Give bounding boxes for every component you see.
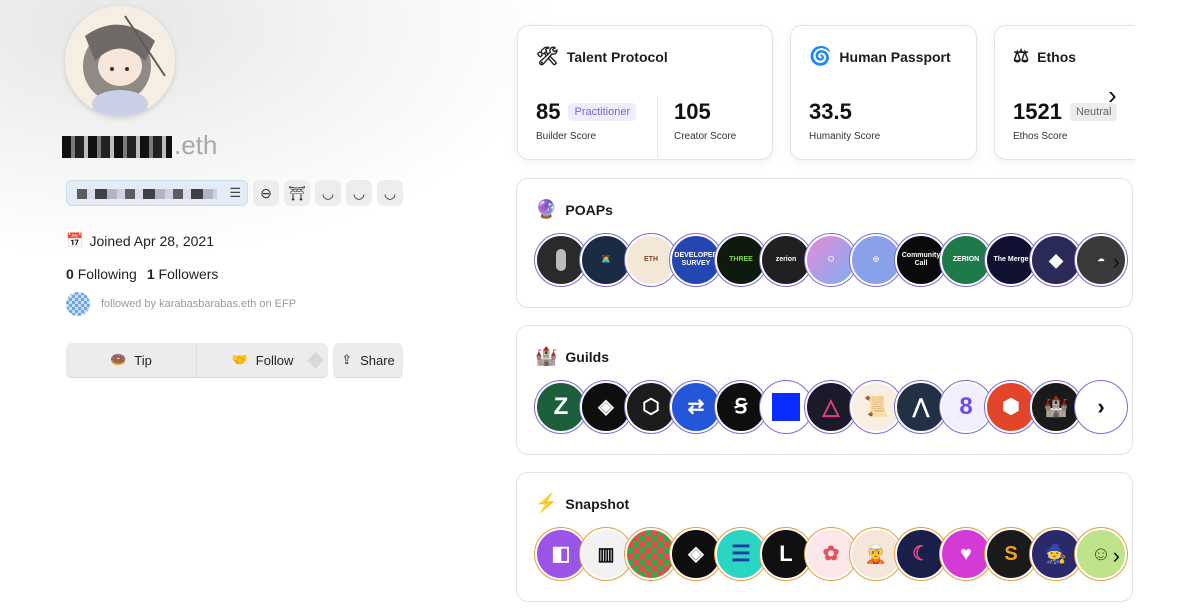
card-title: Talent Protocol <box>566 48 668 65</box>
share-button[interactable]: ⇪ Share <box>333 343 403 377</box>
builder-score: 85 Practitioner Builder Score <box>536 99 637 142</box>
ens-name: .eth <box>62 130 217 161</box>
address-pill[interactable]: ☰ <box>66 180 248 206</box>
following-count: 0 <box>66 266 74 282</box>
guilds-section: 🏰 Guilds Z ◈ ⬡ ⇄ Ꞩ △ 📜 ⋀ 8 ⬢ 🏰 › <box>516 325 1133 455</box>
snapshot-next-chevron-icon[interactable]: › <box>1113 543 1120 569</box>
card-header: ⚖ Ethos <box>1013 46 1076 67</box>
poaps-next-chevron-icon[interactable]: › <box>1113 249 1120 275</box>
followed-by-text: followed by karabasbarabas.eth on EFP <box>101 298 297 310</box>
tip-follow-group: 🍩 Tip 🤝 Follow ◆ <box>66 343 328 377</box>
guild-list: Z ◈ ⬡ ⇄ Ꞩ △ 📜 ⋀ 8 ⬢ 🏰 › <box>535 381 1127 433</box>
joined-text: Joined Apr 28, 2021 <box>89 232 214 249</box>
gate-icon[interactable]: ⛩ <box>284 180 310 206</box>
snapshot-list: ◧ ▥ ◈ ☰ L ✿ 🧝 ☾ ♥ S 🧙 ☺ <box>535 528 1127 580</box>
share-button-inner: ⇪ Share <box>333 343 403 377</box>
section-header: 🔮 POAPs <box>535 199 613 220</box>
share-icon: ⇪ <box>341 352 353 367</box>
followers-stat[interactable]: 1 Followers <box>147 266 219 282</box>
followed-by: followed by karabasbarabas.eth on EFP <box>66 292 296 316</box>
followers-label: Followers <box>158 266 219 282</box>
tip-button[interactable]: 🍩 Tip <box>66 343 197 377</box>
share-label: Share <box>360 352 395 368</box>
card-header: 🌀 Human Passport <box>809 46 951 67</box>
follow-label: Follow <box>255 352 294 368</box>
handshake-icon: 🤝 <box>231 352 248 367</box>
snapshot-section: ⚡ Snapshot ◧ ▥ ◈ ☰ L ✿ 🧝 ☾ ♥ S 🧙 ☺ › <box>516 472 1133 602</box>
score-label: Ethos Score <box>1013 131 1068 142</box>
lips-icon[interactable]: ◡ <box>315 180 341 206</box>
carousel-fade <box>1135 20 1200 170</box>
following-stat[interactable]: 0 Following <box>66 266 137 282</box>
card-title: Ethos <box>1037 48 1077 65</box>
ens-suffix: .eth <box>174 130 218 160</box>
donut-icon: 🍩 <box>110 352 127 367</box>
lips-icon[interactable]: ◡ <box>377 180 403 206</box>
creator-score: 105 Creator Score <box>674 99 736 142</box>
ens-icon[interactable]: ⊖ <box>253 180 279 206</box>
score-value: 85 <box>536 99 561 124</box>
tip-label: Tip <box>134 352 152 368</box>
followers-count: 1 <box>146 266 155 282</box>
scales-icon: ⚖ <box>1013 46 1030 66</box>
crystal-ball-icon: 🔮 <box>535 199 558 219</box>
eth-watermark-icon: ◆ <box>307 346 324 371</box>
follow-button[interactable]: 🤝 Follow ◆ <box>197 343 328 377</box>
score-card-ethos[interactable]: ⚖ Ethos 1521 Neutral Ethos Score <box>994 25 1144 160</box>
score-label: Creator Score <box>674 131 737 142</box>
section-header: 🏰 Guilds <box>535 346 609 367</box>
spiral-icon: 🌀 <box>809 46 832 66</box>
scores-next-chevron-icon[interactable]: › <box>1108 80 1117 111</box>
copy-icon: ☰ <box>229 185 241 200</box>
section-title: POAPs <box>565 201 613 218</box>
follower-avatar[interactable] <box>66 292 90 316</box>
follow-stats: 0 Following 1 Followers <box>66 266 218 282</box>
level-tag: Practitioner <box>568 103 637 121</box>
profile-panel: .eth ☰ ⊖ ⛩ ◡ ◡ ◡ 📅 Joined Apr 28, 2021 0… <box>0 0 500 611</box>
address-and-socials-row: ☰ ⊖ ⛩ ◡ ◡ ◡ <box>66 180 403 206</box>
score-value: 105 <box>674 99 711 124</box>
guild-next-badge[interactable]: › <box>1075 381 1127 433</box>
divider <box>657 96 658 158</box>
poap-list: 🧑‍💻 ETH DEVELOPER SURVEY THREE zerion ⬡ … <box>535 234 1127 286</box>
score-card-talent-protocol[interactable]: 🛠 Talent Protocol 85 Practitioner Builder… <box>517 25 773 160</box>
name-redacted <box>62 136 172 158</box>
following-label: Following <box>77 266 137 282</box>
card-header: 🛠 Talent Protocol <box>536 46 668 67</box>
score-card-human-passport[interactable]: 🌀 Human Passport 33.5 Humanity Score <box>790 25 977 160</box>
lightning-icon: ⚡ <box>535 493 558 513</box>
section-title: Guilds <box>565 348 609 365</box>
card-title: Human Passport <box>839 48 951 65</box>
poaps-section: 🔮 POAPs 🧑‍💻 ETH DEVELOPER SURVEY THREE z… <box>516 178 1133 308</box>
castle-icon: 🏰 <box>535 346 558 366</box>
action-row: 🍩 Tip 🤝 Follow ◆ ⇪ Share <box>66 343 403 377</box>
score-label: Builder Score <box>536 131 597 142</box>
score-value: 33.5 <box>809 99 852 124</box>
section-header-clipped: ▂▂▂ <box>536 0 564 6</box>
score-label: Humanity Score <box>809 131 881 142</box>
ethos-score: 1521 Neutral Ethos Score <box>1013 99 1118 142</box>
section-title: Snapshot <box>565 495 630 512</box>
hammer-wrench-icon: 🛠 <box>536 46 559 66</box>
profile-avatar <box>65 6 175 116</box>
score-value: 1521 <box>1013 99 1062 124</box>
humanity-score: 33.5 Humanity Score <box>809 99 880 142</box>
address-redacted <box>77 189 217 199</box>
joined-date: 📅 Joined Apr 28, 2021 <box>66 232 214 249</box>
lips-icon[interactable]: ◡ <box>346 180 372 206</box>
section-header: ⚡ Snapshot <box>535 493 629 514</box>
calendar-icon: 📅 <box>66 232 84 248</box>
